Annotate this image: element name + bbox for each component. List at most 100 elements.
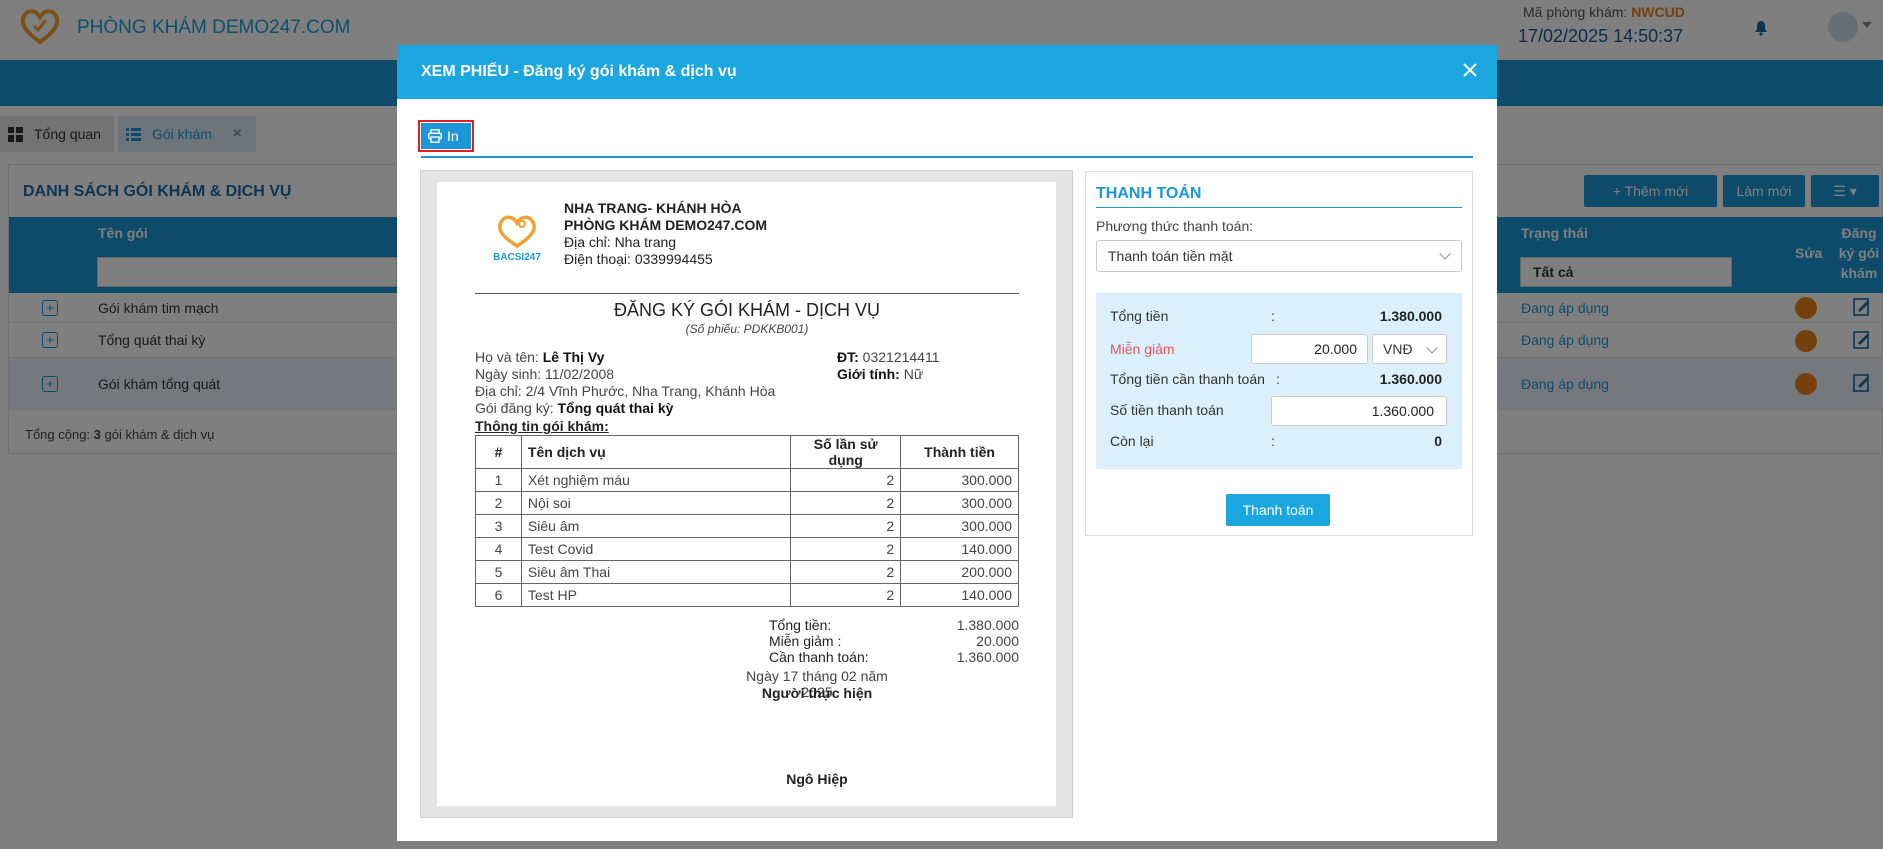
bacsi247-logo: BACSI247: [493, 215, 541, 263]
chevron-down-icon: [1439, 248, 1451, 260]
payment-method-select[interactable]: Thanh toán tiền mặt: [1096, 240, 1462, 272]
package-label: Gói đăng ký:: [475, 400, 554, 416]
row-service: Xét nghiệm máu: [520, 468, 792, 492]
remaining-value: 0: [1434, 433, 1442, 449]
due-value: 1.360.000: [1379, 371, 1442, 387]
receipt-clinic: PHÒNG KHÁM DEMO247.COM: [564, 217, 768, 233]
receipt-title: ĐĂNG KÝ GÓI KHÁM - DỊCH VỤ: [613, 300, 881, 320]
receipt-preview[interactable]: BACSI247 NHA TRANG- KHÁNH HÒA PHÒNG KHÁM…: [420, 170, 1073, 818]
col-amount: Thành tiền: [900, 435, 1019, 469]
package-name: Tổng quát thai kỳ: [557, 400, 674, 416]
row-times: 2: [790, 560, 902, 584]
receipt-divider: [475, 293, 1019, 294]
receipt-total-value: 1.380.000: [956, 617, 1019, 633]
paid-amount-input[interactable]: 1.360.000: [1271, 396, 1447, 426]
receipt-clinic-address: Địa chỉ: Nha trang: [564, 234, 677, 250]
table-row: 3 Siêu âm 2 300.000: [475, 514, 1019, 538]
receipt-due-label: Cần thanh toán:: [769, 649, 869, 665]
row-index: 5: [475, 560, 522, 584]
patient-dob: Ngày sinh: 11/02/2008: [475, 366, 615, 382]
row-amount: 300.000: [900, 468, 1019, 492]
service-table-header: # Tên dịch vụ Số lần sử dụng Thành tiền: [475, 435, 1019, 469]
colon: :: [1276, 371, 1280, 387]
row-index: 1: [475, 468, 522, 492]
phone-label: ĐT:: [837, 349, 859, 365]
print-button[interactable]: In: [418, 120, 474, 152]
modal-title: XEM PHIẾU - Đăng ký gói khám & dịch vụ: [421, 63, 737, 80]
table-row: 4 Test Covid 2 140.000: [475, 537, 1019, 561]
row-service: Test HP: [520, 583, 792, 607]
signer-name: Ngô Hiệp: [786, 771, 848, 787]
receipt-total-label: Tổng tiền:: [769, 617, 832, 633]
receipt-paper: BACSI247 NHA TRANG- KHÁNH HÒA PHÒNG KHÁM…: [437, 182, 1056, 806]
table-row: 6 Test HP 2 140.000: [475, 583, 1019, 607]
print-label: In: [447, 128, 459, 144]
discount-input[interactable]: 20.000: [1251, 334, 1368, 364]
row-service: Siêu âm: [520, 514, 792, 538]
due-label: Tổng tiền cần thanh toán: [1110, 371, 1265, 387]
toolbar-divider: [421, 156, 1473, 158]
row-service: Siêu âm Thai: [520, 560, 792, 584]
total-value: 1.380.000: [1379, 308, 1442, 324]
paid-label: Số tiền thanh toán: [1110, 402, 1224, 418]
receipt-discount-value: 20.000: [976, 633, 1019, 649]
discount-label: Miễn giảm: [1110, 341, 1175, 357]
colon: :: [1271, 308, 1275, 324]
row-index: 4: [475, 537, 522, 561]
colon: :: [1271, 433, 1275, 449]
receipt-header: NHA TRANG- KHÁNH HÒA PHÒNG KHÁM DEMO247.…: [564, 200, 767, 268]
row-times: 2: [790, 583, 902, 607]
total-label: Tổng tiền: [1110, 308, 1169, 324]
col-times: Số lần sử dụng: [790, 435, 902, 469]
row-index: 2: [475, 491, 522, 515]
currency-value: VNĐ: [1383, 341, 1413, 357]
remaining-label: Còn lại: [1110, 433, 1154, 449]
patient-phone: 0321214411: [862, 349, 940, 365]
col-service: Tên dịch vụ: [520, 435, 792, 469]
payment-title: THANH TOÁN: [1096, 185, 1202, 202]
payment-panel: THANH TOÁN Phương thức thanh toán: Thanh…: [1085, 171, 1473, 536]
patient-name-line: Họ và tên: Lê Thị Vy: [475, 349, 604, 365]
patient-address: Địa chỉ: 2/4 Vĩnh Phước, Nha Trang, Khán…: [475, 383, 776, 399]
payment-method-label: Phương thức thanh toán:: [1096, 218, 1254, 234]
row-times: 2: [790, 491, 902, 515]
row-amount: 300.000: [900, 491, 1019, 515]
row-times: 2: [790, 514, 902, 538]
row-index: 6: [475, 583, 522, 607]
payment-summary: Tổng tiền : 1.380.000 Miễn giảm 20.000 V…: [1096, 293, 1462, 469]
receipt-number: (Số phiếu: PDKKB001): [685, 322, 809, 336]
patient-phone-line: ĐT: 0321214411: [837, 349, 940, 365]
row-times: 2: [790, 468, 902, 492]
row-amount: 140.000: [900, 583, 1019, 607]
receipt-clinic-phone: Điện thoại: 0339994455: [564, 251, 713, 267]
patient-gender: Nữ: [903, 366, 924, 382]
gender-label: Giới tính:: [837, 366, 900, 382]
receipt-discount-label: Miễn giảm :: [769, 633, 842, 649]
package-info-heading: Thông tin gói khám:: [475, 418, 609, 434]
col-index: #: [475, 435, 522, 469]
close-icon[interactable]: [1459, 59, 1481, 81]
svg-text:BACSI247: BACSI247: [493, 252, 541, 263]
row-times: 2: [790, 537, 902, 561]
service-table: # Tên dịch vụ Số lần sử dụng Thành tiền …: [475, 435, 1019, 607]
table-row: 1 Xét nghiệm máu 2 300.000: [475, 468, 1019, 492]
patient-name: Lê Thị Vy: [542, 349, 605, 365]
currency-select[interactable]: VNĐ: [1372, 334, 1447, 364]
row-amount: 200.000: [900, 560, 1019, 584]
pay-button[interactable]: Thanh toán: [1226, 494, 1330, 526]
row-service: Nội soi: [520, 491, 792, 515]
chevron-down-icon: [1426, 342, 1438, 354]
receipt-modal: XEM PHIẾU - Đăng ký gói khám & dịch vụ I…: [397, 45, 1497, 841]
row-index: 3: [475, 514, 522, 538]
row-amount: 140.000: [900, 537, 1019, 561]
signer-title: Người thực hiện: [761, 685, 873, 701]
row-service: Test Covid: [520, 537, 792, 561]
receipt-due-value: 1.360.000: [956, 649, 1019, 665]
table-row: 2 Nội soi 2 300.000: [475, 491, 1019, 515]
receipt-region: NHA TRANG- KHÁNH HÒA: [564, 200, 742, 216]
patient-gender-line: Giới tính: Nữ: [837, 366, 923, 382]
payment-divider: [1096, 207, 1462, 208]
patient-name-label: Họ và tên:: [475, 349, 539, 365]
row-amount: 300.000: [900, 514, 1019, 538]
modal-header: XEM PHIẾU - Đăng ký gói khám & dịch vụ: [397, 45, 1497, 99]
